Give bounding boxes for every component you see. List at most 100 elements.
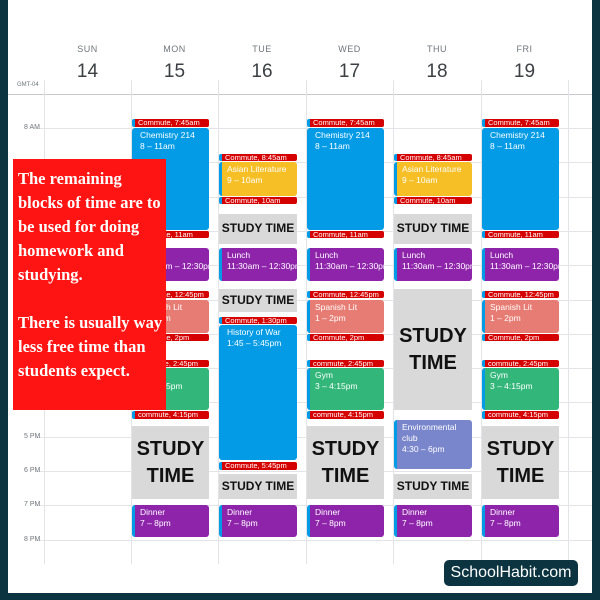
calendar-event[interactable]: History of War 1:45 – 5:45pm — [219, 325, 297, 460]
event-title: Dinner — [490, 507, 516, 518]
event-title: Gym — [315, 370, 333, 381]
calendar-event[interactable]: Chemistry 214 8 – 11am — [482, 128, 559, 230]
event-title: Commute, 12:45pm — [313, 290, 379, 299]
day-column-divider — [568, 80, 569, 564]
commute-event[interactable]: Commute, 12:45pm — [307, 290, 384, 299]
calendar-event[interactable]: Lunch11:30am – 12:30pm — [482, 248, 559, 282]
day-date[interactable]: 15 — [131, 61, 218, 83]
commute-event[interactable]: commute, 4:15pm — [132, 410, 209, 419]
event-title: STUDY TIME — [396, 479, 470, 494]
commute-event[interactable]: commute, 4:15pm — [482, 410, 559, 419]
event-title: Chemistry 214 — [140, 130, 195, 140]
commute-event[interactable]: Commute, 11am — [482, 230, 559, 239]
calendar-event[interactable]: Asian Literature 9 – 10am — [219, 162, 297, 196]
study-time-block[interactable]: STUDY TIME — [394, 474, 472, 500]
study-time-block[interactable]: STUDY TIME — [307, 426, 384, 500]
calendar-event[interactable]: Lunch11:30am – 12:30pm — [307, 248, 384, 282]
event-time: 1:45 – 5:45pm — [227, 338, 282, 349]
calendar-event[interactable]: Environmental club 4:30 – 6pm — [394, 419, 472, 469]
event-time: 9 – 10am — [402, 175, 438, 186]
calendar-event[interactable]: Dinner 7 – 8pm — [482, 505, 559, 537]
event-title: STUDY TIME — [136, 437, 205, 487]
day-date[interactable]: 19 — [481, 61, 568, 83]
calendar-event[interactable]: Lunch11:30am – 12:30pm — [219, 248, 297, 282]
commute-event[interactable]: Commute, 5:45pm — [219, 462, 297, 470]
calendar-event[interactable]: Lunch11:30am – 12:30pm — [394, 248, 472, 282]
event-time: 8 – 11am — [490, 141, 525, 151]
event-title: Commute, 7:45am — [313, 119, 375, 127]
event-title: Dinner — [402, 507, 428, 518]
hour-label: 6 PM — [24, 467, 41, 474]
commute-event[interactable]: Commute, 12:45pm — [482, 290, 559, 299]
event-title: Chemistry 214 — [490, 130, 545, 140]
event-title: commute, 4:15pm — [138, 410, 199, 419]
event-title: Commute, 11am — [313, 230, 368, 239]
calendar-event[interactable]: Asian Literature 9 – 10am — [394, 162, 472, 196]
timezone-label: GMT-04 — [17, 82, 39, 88]
day-name: THU — [427, 44, 447, 54]
event-title: Commute, 2pm — [488, 333, 540, 342]
event-time: 7 – 8pm — [315, 518, 346, 529]
event-time: 7 – 8pm — [140, 518, 171, 529]
commute-event[interactable]: Commute, 1:30pm — [219, 316, 297, 325]
commute-event[interactable]: Commute, 7:45am — [307, 119, 384, 127]
event-title: Commute, 7:45am — [488, 119, 550, 127]
event-title: Asian Literature — [402, 164, 462, 175]
calendar-event[interactable]: Spanish Lit1 – 2pm — [482, 299, 559, 333]
commute-event[interactable]: Commute, 10am — [219, 196, 297, 205]
commute-event[interactable]: Commute, 8:45am — [219, 153, 297, 162]
hour-gridline — [36, 539, 592, 541]
event-title: commute, 2:45pm — [313, 359, 374, 368]
commute-event[interactable]: commute, 4:15pm — [307, 410, 384, 419]
calendar-event[interactable]: Dinner 7 – 8pm — [394, 505, 472, 537]
event-title: Gym — [490, 370, 508, 381]
event-time: 8 – 11am — [315, 141, 350, 151]
day-date[interactable]: 16 — [218, 61, 306, 83]
event-title: Asian Literature — [227, 164, 287, 175]
study-time-block[interactable]: STUDY TIME — [132, 426, 209, 500]
event-time: 11:30am – 12:30pm — [490, 261, 559, 272]
commute-event[interactable]: Commute, 2pm — [482, 333, 559, 342]
event-title: Commute, 7:45am — [138, 119, 200, 127]
event-title: History of War — [227, 327, 281, 338]
commute-event[interactable]: Commute, 7:45am — [132, 119, 209, 127]
day-date[interactable]: 18 — [393, 61, 481, 83]
calendar-event[interactable]: Dinner 7 – 8pm — [132, 505, 209, 537]
commute-event[interactable]: Commute, 11am — [307, 230, 384, 239]
event-time: 3 – 4:15pm — [315, 381, 358, 392]
calendar-event[interactable]: Dinner 7 – 8pm — [219, 505, 297, 537]
calendar-event[interactable]: Gym3 – 4:15pm — [307, 368, 384, 410]
study-time-block[interactable]: STUDY TIME — [394, 213, 472, 244]
study-time-block[interactable]: STUDY TIME — [219, 474, 297, 500]
study-time-block[interactable]: STUDY TIME — [219, 213, 297, 244]
commute-event[interactable]: Commute, 10am — [394, 196, 472, 205]
event-title: Spanish Lit — [315, 301, 358, 312]
study-time-block[interactable]: STUDY TIME — [219, 289, 297, 313]
study-time-block[interactable]: STUDY TIME — [394, 289, 472, 410]
commute-event[interactable]: Commute, 2pm — [307, 333, 384, 342]
event-title: STUDY TIME — [486, 437, 555, 487]
commute-event[interactable]: Commute, 7:45am — [482, 119, 559, 127]
commute-event[interactable]: commute, 2:45pm — [482, 359, 559, 368]
day-date[interactable]: 17 — [306, 61, 393, 83]
event-time: 7 – 8pm — [490, 518, 521, 529]
day-name: WED — [338, 44, 361, 54]
calendar-event[interactable]: Chemistry 214 8 – 11am — [307, 128, 384, 230]
calendar-event[interactable]: Spanish Lit1 – 2pm — [307, 299, 384, 333]
event-title: STUDY TIME — [221, 221, 295, 236]
note-paragraph-1: The remaining blocks of time are to be u… — [18, 169, 161, 284]
commute-event[interactable]: Commute, 8:45am — [394, 153, 472, 162]
day-date[interactable]: 14 — [44, 61, 131, 83]
hour-label: 7 PM — [24, 501, 41, 509]
event-title: Commute, 5:45pm — [225, 462, 287, 470]
event-title: Dinner — [140, 507, 166, 518]
calendar-event[interactable]: Gym3 – 4:15pm — [482, 368, 559, 410]
calendar-event[interactable]: Dinner 7 – 8pm — [307, 505, 384, 537]
hour-label: 5 PM — [24, 432, 41, 440]
event-title: commute, 4:15pm — [313, 410, 374, 419]
commute-event[interactable]: commute, 2:45pm — [307, 359, 384, 368]
day-name: FRI — [516, 44, 533, 54]
event-title: Chemistry 214 — [315, 130, 370, 140]
hour-label: 8 AM — [24, 124, 40, 131]
study-time-block[interactable]: STUDY TIME — [482, 426, 559, 500]
